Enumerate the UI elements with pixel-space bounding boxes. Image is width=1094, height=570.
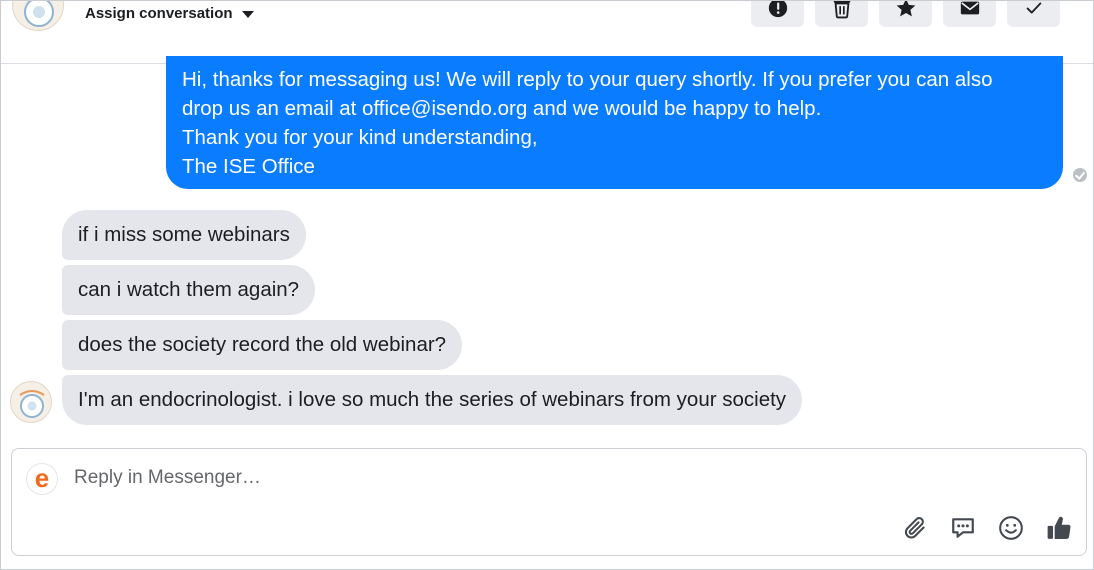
- assign-conversation-label: Assign conversation: [85, 5, 233, 22]
- outgoing-message-bubble: Hi, thanks for messaging us! We will rep…: [166, 56, 1063, 189]
- outgoing-message-line: Hi, thanks for messaging us! We will rep…: [182, 68, 993, 91]
- report-spam-button[interactable]: [751, 1, 804, 27]
- sent-check-icon: [1073, 168, 1087, 182]
- delete-button[interactable]: [815, 1, 868, 27]
- alert-circle-icon: [768, 1, 787, 18]
- incoming-message-bubble: I'm an endocrinologist. i love so much t…: [62, 375, 803, 425]
- incoming-message-bubble: can i watch them again?: [62, 265, 316, 315]
- saved-replies-button[interactable]: [950, 515, 976, 541]
- mark-done-button[interactable]: [1007, 1, 1060, 27]
- smiley-icon: [999, 516, 1023, 540]
- envelope-icon: [960, 1, 979, 15]
- contact-avatar[interactable]: [12, 1, 64, 31]
- emoji-button[interactable]: [998, 515, 1024, 541]
- attach-button[interactable]: [902, 515, 928, 541]
- incoming-message-bubble: if i miss some webinars: [62, 210, 306, 260]
- reply-input[interactable]: [74, 467, 974, 489]
- conversation-toolbar: [751, 1, 1060, 27]
- trash-icon: [833, 1, 850, 19]
- incoming-message-text: can i watch them again?: [78, 278, 300, 301]
- page-logo-letter: e: [34, 462, 50, 493]
- reply-actions: [902, 515, 1072, 541]
- mark-unread-button[interactable]: [943, 1, 996, 27]
- outgoing-message-line: The ISE Office: [182, 155, 315, 178]
- like-button[interactable]: [1046, 515, 1072, 541]
- messenger-conversation-panel: Assign conversation Hi, thanks for messa…: [0, 0, 1094, 570]
- incoming-message-text: does the society record the old webinar?: [78, 333, 447, 356]
- avatar-illustration: [24, 1, 54, 27]
- assign-conversation-dropdown[interactable]: Assign conversation: [85, 5, 254, 22]
- conversation-header: Assign conversation: [1, 1, 1093, 64]
- avatar-illustration: [19, 390, 45, 418]
- sender-avatar[interactable]: [10, 381, 52, 423]
- incoming-message-text: if i miss some webinars: [78, 223, 290, 246]
- outgoing-message-line: drop us an email at office@isendo.org an…: [182, 97, 822, 120]
- paperclip-icon: [904, 517, 925, 539]
- star-icon: [896, 1, 915, 17]
- check-icon: [1026, 2, 1041, 14]
- reply-composer: e: [11, 448, 1087, 556]
- chat-bubble-icon: [952, 518, 974, 538]
- caret-down-icon: [241, 11, 254, 18]
- outgoing-message-line: Thank you for your kind understanding,: [182, 126, 538, 149]
- thumbs-up-icon: [1047, 516, 1071, 539]
- star-button[interactable]: [879, 1, 932, 27]
- incoming-message-text: I'm an endocrinologist. i love so much t…: [78, 388, 787, 411]
- incoming-message-bubble: does the society record the old webinar?: [62, 320, 463, 370]
- page-logo: e: [26, 463, 58, 495]
